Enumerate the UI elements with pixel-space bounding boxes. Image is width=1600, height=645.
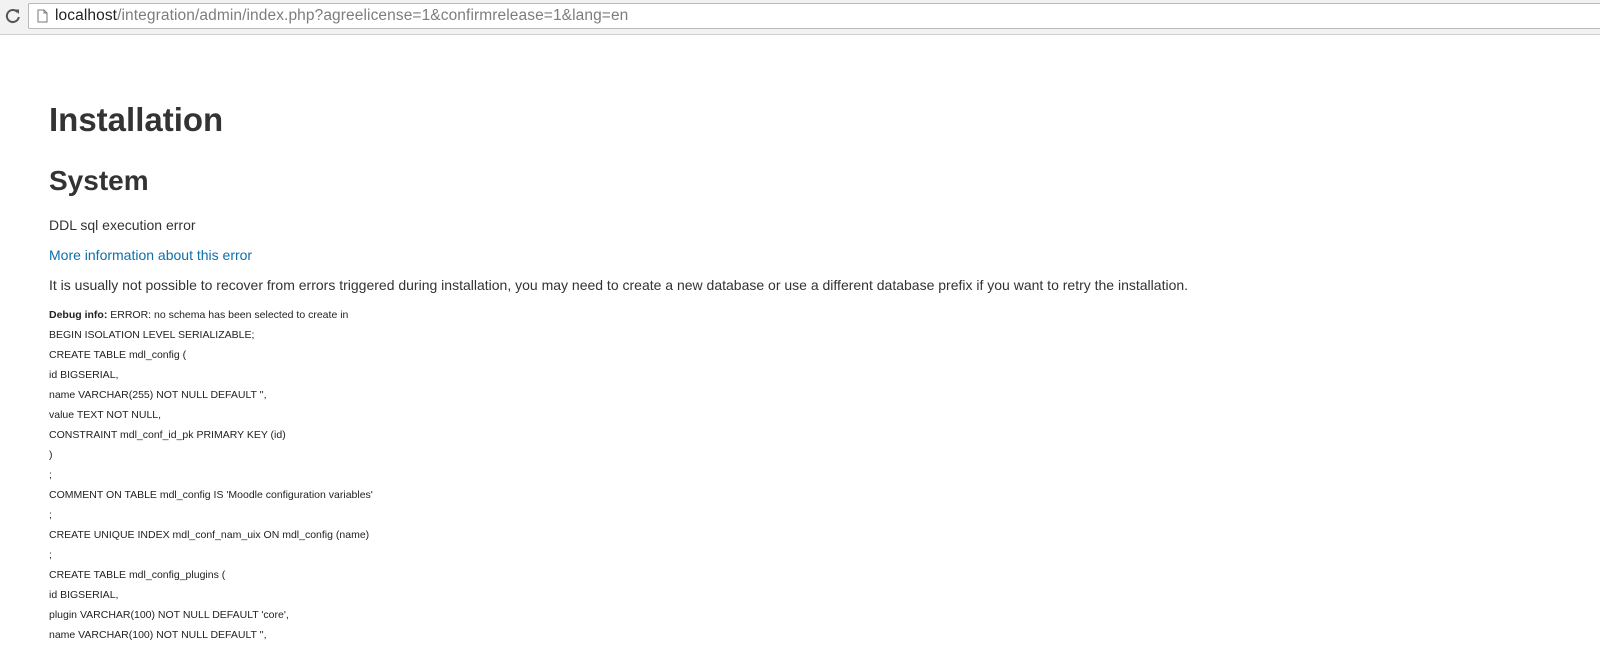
- browser-toolbar: localhost/integration/admin/index.php?ag…: [0, 0, 1600, 35]
- debug-line: id BIGSERIAL,: [49, 369, 119, 381]
- debug-error: ERROR: no schema has been selected to cr…: [107, 309, 349, 321]
- debug-line: value TEXT NOT NULL,: [49, 409, 162, 421]
- page-icon: [37, 9, 48, 23]
- reload-icon: [5, 9, 20, 24]
- debug-info-first-line: Debug info: ERROR: no schema has been se…: [49, 305, 373, 325]
- section-heading: System: [49, 165, 149, 196]
- debug-line: CREATE TABLE mdl_config_plugins (: [49, 569, 226, 581]
- url-path: /integration/admin/index.php?agreelicens…: [117, 7, 629, 24]
- debug-line: CREATE TABLE mdl_config (: [49, 349, 187, 361]
- reload-button[interactable]: [2, 5, 24, 27]
- url-host: localhost: [55, 7, 118, 24]
- address-bar[interactable]: localhost/integration/admin/index.php?ag…: [28, 3, 1600, 29]
- debug-line: ): [49, 449, 53, 461]
- debug-line: ;: [49, 509, 52, 521]
- error-message: DDL sql execution error: [49, 217, 196, 233]
- debug-info: Debug info: ERROR: no schema has been se…: [49, 305, 373, 645]
- debug-line: ;: [49, 469, 52, 481]
- url-text[interactable]: localhost/integration/admin/index.php?ag…: [55, 7, 628, 25]
- debug-label: Debug info:: [49, 309, 108, 321]
- debug-line: CONSTRAINT mdl_conf_id_pk PRIMARY KEY (i…: [49, 429, 286, 441]
- debug-line: plugin VARCHAR(100) NOT NULL DEFAULT 'co…: [49, 609, 289, 621]
- more-info-link[interactable]: More information about this error: [49, 246, 252, 264]
- debug-line: name VARCHAR(100) NOT NULL DEFAULT '',: [49, 629, 267, 641]
- debug-line: ;: [49, 549, 52, 561]
- debug-line: id BIGSERIAL,: [49, 589, 119, 601]
- debug-line: CREATE UNIQUE INDEX mdl_conf_nam_uix ON …: [49, 529, 370, 541]
- recovery-note: It is usually not possible to recover fr…: [49, 277, 1189, 293]
- page-title: Installation: [49, 101, 224, 138]
- debug-line: COMMENT ON TABLE mdl_config IS 'Moodle c…: [49, 489, 373, 501]
- debug-line: name VARCHAR(255) NOT NULL DEFAULT '',: [49, 389, 267, 401]
- debug-line: BEGIN ISOLATION LEVEL SERIALIZABLE;: [49, 329, 255, 341]
